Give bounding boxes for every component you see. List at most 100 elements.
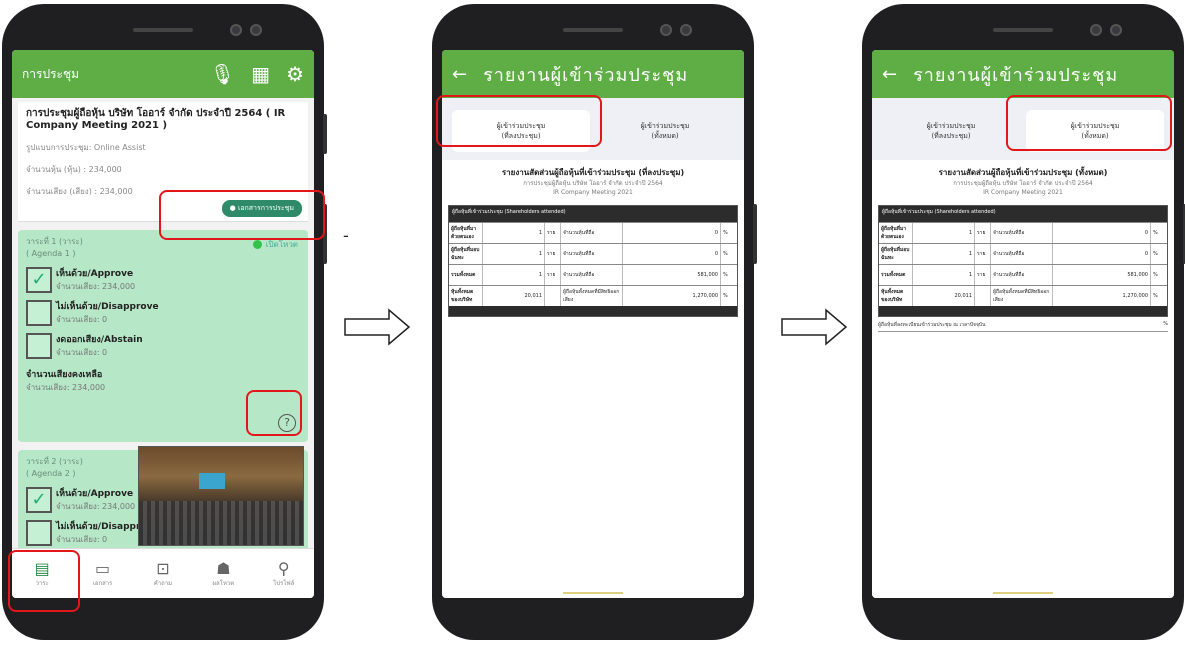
row-label: ผู้ถือหุ้นที่มอบฉันทะ xyxy=(449,244,483,264)
row-value: 1 xyxy=(483,244,545,264)
row-label: หุ้นทั้งหมดของบริษัท xyxy=(879,286,913,306)
row-desc: จำนวนหุ้นที่ถือ xyxy=(991,244,1053,264)
row-unit: ราย xyxy=(975,265,991,285)
table-row: รวมทั้งหมด 1 ราย จำนวนหุ้นที่ถือ 581,000… xyxy=(879,264,1167,285)
nav-label: ผลโหวต xyxy=(212,580,235,587)
row-shares: 0 xyxy=(1053,244,1151,264)
gear-icon[interactable]: ⚙ xyxy=(286,62,304,86)
phone-notch xyxy=(2,10,324,44)
back-arrow-icon[interactable]: ← xyxy=(452,64,467,85)
table-footer xyxy=(449,306,737,316)
row-desc: จำนวนหุ้นที่ถือ xyxy=(561,265,623,285)
row-unit: ราย xyxy=(975,223,991,243)
row-value: 20,011 xyxy=(483,286,545,306)
app-bar: ← รายงานผู้เข้าร่วมประชุม xyxy=(872,50,1174,98)
scroll-indicator xyxy=(563,592,623,594)
meeting-title: การประชุมผู้ถือหุ้น บริษัท โออาร์ จำกัด … xyxy=(26,108,286,131)
row-desc: จำนวนหุ้นที่ถือ xyxy=(561,244,623,264)
qr-code-icon[interactable]: ▦ xyxy=(251,62,270,86)
report-subheading: การประชุมผู้ถือหุ้น บริษัท โออาร์ จำกัด … xyxy=(953,180,1093,187)
vote-option-approve[interactable]: ✓ เห็นด้วย/Approve จำนวนเสียง: 234,000 xyxy=(26,266,300,293)
row-shares: 581,000 xyxy=(1053,265,1151,285)
right-arrow-icon xyxy=(344,308,411,346)
row-pct: % xyxy=(1153,251,1158,257)
report-note: ผู้ถือหุ้นที่ลงทะเบียนเข้าร่วมประชุม ณ เ… xyxy=(878,321,1168,332)
report-body: รายงานสัดส่วนผู้ถือหุ้นที่เข้าร่วมประชุม… xyxy=(872,160,1174,598)
app-bar-title: การประชุม xyxy=(22,66,80,81)
row-label: รวมทั้งหมด xyxy=(449,265,483,285)
highlight-documents-button xyxy=(159,190,325,240)
vote-option-count: จำนวนเสียง: 234,000 xyxy=(56,282,136,291)
table-row: รวมทั้งหมด 1 ราย จำนวนหุ้นที่ถือ 581,000… xyxy=(449,264,737,285)
checkbox-checked[interactable]: ✓ xyxy=(26,486,52,513)
tab-attended[interactable]: ผู้เข้าร่วมประชุม (ที่ลงประชุม) xyxy=(882,110,1020,152)
highlight-tab-all xyxy=(1006,95,1172,151)
power-button xyxy=(753,204,757,264)
report-table: ผู้ถือหุ้นที่เข้าร่วมประชุม (Shareholder… xyxy=(878,205,1168,317)
microphone-icon[interactable]: 🎙 xyxy=(210,62,235,86)
table-header: ผู้ถือหุ้นที่เข้าร่วมประชุม (Shareholder… xyxy=(879,206,1167,222)
highlight-tab-attended xyxy=(436,95,602,147)
phone-frame-1: การประชุม 🎙 ▦ ⚙ การประชุมผู้ถือหุ้น บริษ… xyxy=(2,4,327,640)
nav-item-results[interactable]: ☗ ผลโหวต xyxy=(198,559,248,588)
vote-option-label: งดออกเสียง/Abstain xyxy=(56,335,143,345)
row-value: 20,011 xyxy=(913,286,975,306)
report-heading: รายงานสัดส่วนผู้ถือหุ้นที่เข้าร่วมประชุม… xyxy=(938,168,1108,177)
report-subheading: การประชุมผู้ถือหุ้น บริษัท โออาร์ จำกัด … xyxy=(523,180,663,187)
nav-label: เอกสาร xyxy=(92,580,113,587)
row-desc: จำนวนหุ้นที่ถือ xyxy=(561,223,623,243)
checkbox[interactable] xyxy=(26,299,52,326)
speaker xyxy=(563,28,623,32)
scroll-indicator xyxy=(993,592,1053,594)
note-pct: % xyxy=(1163,321,1168,327)
table-row: หุ้นทั้งหมดของบริษัท 20,011 ผู้ถือหุ้นทั… xyxy=(879,285,1167,306)
row-value: 1 xyxy=(483,223,545,243)
nav-item-profile[interactable]: ⚲ โปรไฟล์ xyxy=(259,559,309,588)
users-icon: ☗ xyxy=(216,559,231,578)
row-pct: % xyxy=(1153,230,1158,236)
row-shares: 1,270,000 xyxy=(1053,286,1151,306)
report-heading: รายงานสัดส่วนผู้ถือหุ้นที่เข้าร่วมประชุม… xyxy=(501,168,685,177)
person-icon: ⚲ xyxy=(277,559,290,578)
checkbox[interactable] xyxy=(26,332,52,359)
app-bar: การประชุม 🎙 ▦ ⚙ xyxy=(12,50,314,98)
checkbox-checked[interactable]: ✓ xyxy=(26,266,52,293)
row-shares: 0 xyxy=(1053,223,1151,243)
nav-item-documents[interactable]: ▭ เอกสาร xyxy=(78,559,128,588)
checkbox[interactable] xyxy=(26,519,52,546)
video-overlay[interactable] xyxy=(138,446,304,546)
row-label: รวมทั้งหมด xyxy=(879,265,913,285)
row-pct: % xyxy=(723,230,728,236)
table-footer xyxy=(879,306,1167,316)
phone-screen: การประชุม 🎙 ▦ ⚙ การประชุมผู้ถือหุ้น บริษ… xyxy=(12,50,314,598)
row-desc: จำนวนหุ้นที่ถือ xyxy=(991,223,1053,243)
vote-option-disapprove[interactable]: ไม่เห็นด้วย/Disapprove จำนวนเสียง: 0 xyxy=(26,299,300,326)
row-label: ผู้ถือหุ้นที่มอบฉันทะ xyxy=(879,244,913,264)
nav-label: คำถาม xyxy=(153,580,173,587)
nav-item-questions[interactable]: ⊡ คำถาม xyxy=(138,559,188,588)
dash-mark: - xyxy=(343,226,349,245)
back-arrow-icon[interactable]: ← xyxy=(882,64,897,85)
row-value: 1 xyxy=(913,244,975,264)
remaining-votes-label: จำนวนเสียงคงเหลือ xyxy=(26,370,103,380)
row-shares: 581,000 xyxy=(623,265,721,285)
tutorial-figure: การประชุม 🎙 ▦ ⚙ การประชุมผู้ถือหุ้น บริษ… xyxy=(0,0,1185,645)
volume-button xyxy=(323,114,327,154)
row-label: ผู้ถือหุ้นที่มาด้วยตนเอง xyxy=(879,223,913,243)
camera-icon xyxy=(230,24,242,36)
row-value: 1 xyxy=(483,265,545,285)
speaker xyxy=(133,28,193,32)
row-unit: ราย xyxy=(545,265,561,285)
row-shares: 0 xyxy=(623,223,721,243)
row-unit: ราย xyxy=(545,223,561,243)
speaker xyxy=(993,28,1053,32)
page-title: รายงานผู้เข้าร่วมประชุม xyxy=(913,64,1119,86)
tab-all[interactable]: ผู้เข้าร่วมประชุม (ทั้งหมด) xyxy=(596,110,734,152)
row-desc: จำนวนหุ้นที่ถือ xyxy=(991,265,1053,285)
phone-notch xyxy=(862,10,1184,44)
row-pct: % xyxy=(723,272,728,278)
table-row: หุ้นทั้งหมดของบริษัท 20,011 ผู้ถือหุ้นทั… xyxy=(449,285,737,306)
meeting-shares: จำนวนหุ้น (หุ้น) : 234,000 xyxy=(26,165,122,174)
vote-option-abstain[interactable]: งดออกเสียง/Abstain จำนวนเสียง: 0 xyxy=(26,332,300,359)
report-subheading: IR Company Meeting 2021 xyxy=(983,189,1063,196)
